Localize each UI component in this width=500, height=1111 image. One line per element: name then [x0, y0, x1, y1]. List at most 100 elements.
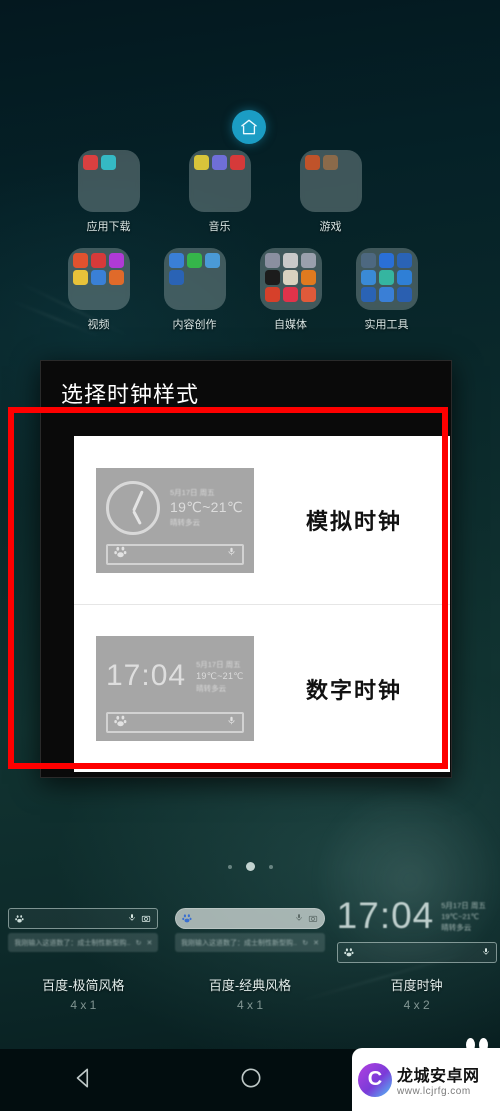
preview-search-bar	[106, 712, 244, 733]
search-suggestion[interactable]: 我刚输入这道数了：成士制性新型购... ↻ ✕	[8, 933, 159, 952]
clock-style-option-analog[interactable]: 5月17日 周五 19℃~21℃ 晴转多云 模拟时钟	[74, 436, 450, 604]
widget-clock-time: 17:04	[336, 895, 435, 936]
app-icon	[211, 155, 227, 170]
preview-condition: 晴转多云	[170, 518, 200, 527]
app-icon	[168, 253, 184, 268]
home-circle-icon[interactable]	[238, 1065, 264, 1096]
clock-style-list[interactable]: 5月17日 周五 19℃~21℃ 晴转多云 模拟时钟 17:04 5月17日 周…	[74, 436, 450, 772]
baidu-paw-icon	[114, 714, 127, 732]
app-icon	[100, 155, 116, 170]
folder-row-2: 视频 内容创作 自媒体 实用工具	[55, 248, 450, 332]
folder-icon-stack	[259, 248, 322, 310]
app-icon	[378, 287, 394, 302]
widget-name: 百度时钟	[390, 978, 443, 993]
clock-style-option-digital[interactable]: 17:04 5月17日 周五 19℃~21℃ 晴转多云 数字时钟	[74, 604, 450, 772]
preview-temperature: 19℃~21℃	[170, 499, 243, 515]
app-icon	[229, 155, 245, 170]
suggestion-text: 我刚输入这道数了：成士制性新型购...	[14, 939, 131, 947]
app-icon	[90, 270, 106, 285]
camera-icon[interactable]	[141, 910, 151, 928]
app-icon	[282, 287, 298, 302]
app-icon	[322, 155, 338, 170]
app-icon	[108, 270, 124, 285]
app-icon	[168, 270, 184, 285]
app-icon	[378, 270, 394, 285]
folder-icon-stack	[163, 248, 226, 310]
app-icon	[282, 253, 298, 268]
app-icon	[204, 253, 220, 268]
widget-card-baidu-clock[interactable]: 17:04 5月17日 周五 19℃~21℃ 晴转多云 百度时钟 4 x 2	[333, 885, 500, 1050]
widget-condition: 晴转多云	[441, 922, 472, 932]
baidu-paw-icon	[15, 910, 24, 928]
microphone-icon[interactable]	[295, 910, 303, 928]
app-icon	[82, 155, 98, 170]
preview-search-bar	[106, 543, 244, 565]
microphone-icon[interactable]	[482, 944, 490, 962]
app-icon	[360, 253, 376, 268]
widget-name: 百度-极简风格	[42, 978, 125, 993]
analog-clock-preview: 5月17日 周五 19℃~21℃ 晴转多云	[96, 467, 254, 573]
app-icon	[264, 287, 280, 302]
back-triangle-icon[interactable]	[71, 1065, 97, 1096]
site-watermark: C 龙城安卓网 www.lcjrfg.com	[352, 1038, 500, 1111]
folder-2[interactable]: 自媒体	[247, 248, 334, 332]
clock-style-label: 模拟时钟	[306, 509, 403, 534]
app-icon	[193, 155, 209, 170]
dialog-scrollbar[interactable]	[445, 439, 448, 639]
app-icon	[72, 270, 88, 285]
folder-icon-stack	[299, 150, 362, 212]
app-icon	[300, 253, 316, 268]
home-icon[interactable]	[232, 110, 266, 144]
search-bar-preview	[336, 942, 497, 963]
page-dot-1[interactable]	[245, 862, 255, 871]
close-icon[interactable]: ✕	[313, 939, 319, 947]
preview-date: 5月17日 周五	[170, 488, 215, 497]
folder-1[interactable]: 音乐	[176, 150, 263, 234]
preview-temperature: 19℃~21℃	[196, 670, 244, 681]
app-icon	[360, 270, 376, 285]
baidu-paw-icon	[343, 944, 354, 962]
folder-icon-stack	[67, 248, 130, 310]
refresh-icon[interactable]: ↻	[302, 939, 308, 947]
app-icon	[282, 270, 298, 285]
widget-card-baidu-minimal[interactable]: 我刚输入这道数了：成士制性新型购... ↻ ✕ 百度-极简风格 4 x 1	[0, 885, 167, 1050]
clock-style-dialog: 选择时钟样式 5月17日 周五 19℃~21℃ 晴转多云 模拟时钟 17:04 …	[40, 360, 452, 778]
folder-2[interactable]: 游戏	[287, 150, 374, 234]
widget-size: 4 x 1	[70, 998, 97, 1012]
clock-style-label: 数字时钟	[306, 677, 403, 703]
suggestion-text: 我刚输入这道数了：成士制性新型购...	[181, 939, 298, 947]
folder-0[interactable]: 应用下载	[65, 150, 152, 234]
watermark-ears-icon	[466, 1038, 488, 1052]
widget-preview: 17:04 5月17日 周五 19℃~21℃ 晴转多云	[333, 885, 500, 975]
app-icon	[396, 270, 412, 285]
folder-icon-stack	[355, 248, 418, 310]
folder-1[interactable]: 内容创作	[151, 248, 238, 332]
app-icon	[300, 270, 316, 285]
folder-3[interactable]: 实用工具	[343, 248, 430, 332]
folder-0[interactable]: 视频	[55, 248, 142, 332]
widget-carousel[interactable]: 我刚输入这道数了：成士制性新型购... ↻ ✕ 百度-极简风格 4 x 1 我刚…	[0, 885, 500, 1050]
widget-weather: 5月17日 周五 19℃~21℃ 晴转多云	[441, 897, 486, 934]
page-dot-0[interactable]	[227, 864, 232, 869]
camera-icon[interactable]	[308, 910, 318, 928]
page-dot-2[interactable]	[268, 864, 273, 869]
app-icon	[396, 287, 412, 302]
widget-card-baidu-classic[interactable]: 我刚输入这道数了：成士制性新型购... ↻ ✕ 百度-经典风格 4 x 1	[167, 885, 334, 1050]
app-icon	[264, 253, 280, 268]
refresh-icon[interactable]: ↻	[136, 939, 142, 947]
page-indicator[interactable]	[0, 862, 500, 871]
folder-icon-stack	[77, 150, 140, 212]
app-icon	[300, 287, 316, 302]
widget-date: 5月17日 周五	[441, 901, 486, 910]
microphone-icon	[227, 714, 236, 732]
preview-time: 17:04	[106, 659, 187, 692]
microphone-icon[interactable]	[128, 910, 136, 928]
preview-weather: 5月17日 周五 19℃~21℃ 晴转多云	[196, 659, 244, 694]
dialog-title: 选择时钟样式	[61, 382, 200, 407]
search-suggestion[interactable]: 我刚输入这道数了：成士制性新型购... ↻ ✕	[175, 933, 325, 952]
folder-row-1: 应用下载 音乐 游戏	[55, 150, 450, 234]
folder-label: 音乐	[208, 221, 231, 233]
app-icon	[360, 287, 376, 302]
close-icon[interactable]: ✕	[146, 939, 152, 947]
folder-label: 自媒体	[274, 319, 307, 331]
